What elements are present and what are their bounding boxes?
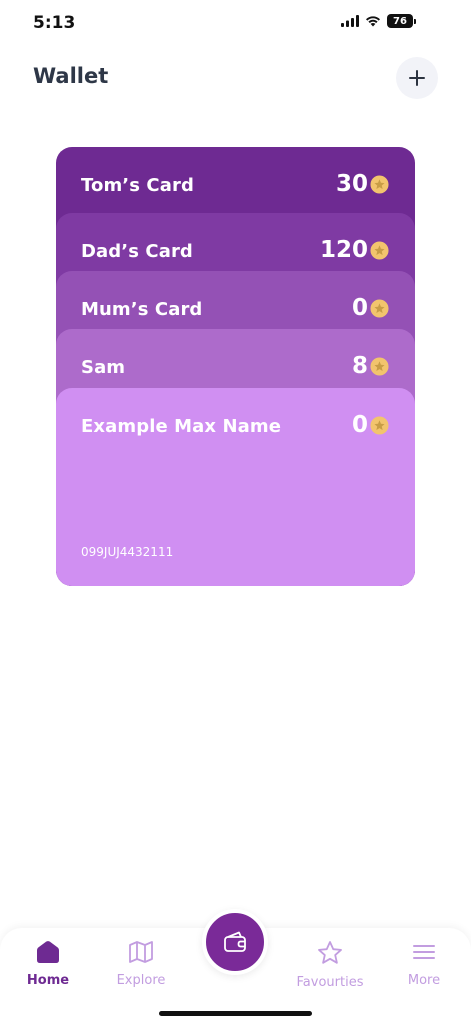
card-points: 120 xyxy=(320,237,389,263)
status-icons: 76 xyxy=(341,14,416,28)
nav-explore[interactable]: Explore xyxy=(96,940,186,988)
star-coin-icon xyxy=(370,174,389,194)
wallet-icon xyxy=(224,931,246,952)
status-bar: 5:13 76 xyxy=(0,0,471,44)
wifi-icon xyxy=(366,16,380,27)
page-title: Wallet xyxy=(33,64,109,88)
card-number: 099JUJ4432111 xyxy=(81,545,174,559)
star-coin-icon xyxy=(370,298,389,318)
card-name: Example Max Name xyxy=(81,416,282,437)
nav-home[interactable]: Home xyxy=(3,940,93,988)
points-value: 120 xyxy=(319,237,368,263)
status-time: 5:13 xyxy=(33,13,76,33)
star-icon xyxy=(318,941,342,964)
star-coin-icon xyxy=(370,240,389,260)
nav-more[interactable]: More xyxy=(379,940,469,988)
points-value: 0 xyxy=(351,412,368,438)
card-stack: Tom’s Card 30 Dad’s Card 120 Mum’s Card … xyxy=(56,147,415,586)
menu-icon xyxy=(413,945,435,959)
nav-favourites[interactable]: Favourties xyxy=(285,940,375,990)
star-coin-icon xyxy=(370,415,389,435)
card-points: 8 xyxy=(352,353,389,379)
points-value: 30 xyxy=(335,171,368,197)
plus-icon xyxy=(409,70,425,86)
card-name: Tom’s Card xyxy=(81,175,194,196)
card-points: 0 xyxy=(352,295,389,321)
wallet-card-example[interactable]: Example Max Name 0 099JUJ4432111 xyxy=(56,388,415,586)
nav-home-label: Home xyxy=(26,973,70,988)
battery-indicator: 76 xyxy=(387,14,413,28)
star-coin-icon xyxy=(370,356,389,376)
home-icon xyxy=(37,941,59,963)
battery-tip xyxy=(414,18,416,24)
points-value: 8 xyxy=(351,353,368,379)
signal-icon xyxy=(341,15,359,27)
points-value: 0 xyxy=(351,295,368,321)
nav-favourites-label: Favourties xyxy=(296,975,364,990)
nav-more-label: More xyxy=(407,973,441,988)
home-indicator xyxy=(159,1011,312,1016)
nav-explore-label: Explore xyxy=(116,973,166,988)
card-name: Mum’s Card xyxy=(81,299,203,320)
card-points: 30 xyxy=(336,171,389,197)
card-name: Dad’s Card xyxy=(81,241,193,262)
card-name: Sam xyxy=(81,357,126,378)
add-card-button[interactable] xyxy=(396,57,438,99)
map-icon xyxy=(129,941,153,963)
wallet-fab-button[interactable] xyxy=(202,909,268,975)
card-points: 0 xyxy=(352,412,389,438)
